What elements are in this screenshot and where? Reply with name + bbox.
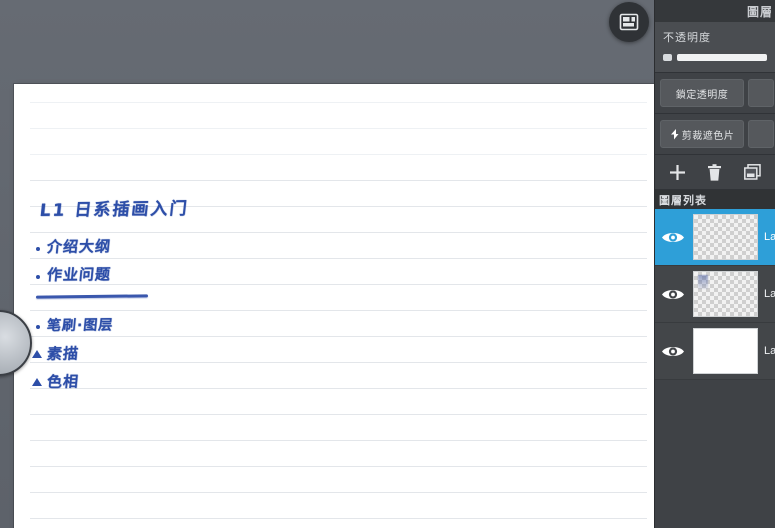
notebook-rule-line — [30, 154, 647, 155]
layer-tools-row — [655, 155, 775, 190]
opacity-slider[interactable] — [663, 54, 767, 61]
layers-panel[interactable]: 圖層 不透明度 鎖定透明度 剪裁遮色片 圖層列表 La La La — [654, 0, 775, 528]
opacity-slider-track[interactable] — [677, 54, 767, 61]
notebook-rule-line — [30, 232, 647, 233]
handwriting-line-5: 色相 — [46, 372, 80, 391]
handwriting-line-4: 素描 — [46, 344, 80, 363]
handwriting-line-2: 作业问题 — [46, 265, 112, 284]
eye-icon — [662, 289, 684, 299]
opacity-section: 不透明度 — [655, 22, 775, 73]
clipping-row-extra-button[interactable] — [748, 120, 774, 148]
panel-toggle-button[interactable] — [609, 2, 649, 42]
duplicate-layer-button[interactable] — [740, 160, 764, 184]
add-layer-button[interactable] — [666, 160, 690, 184]
notebook-rule-line — [30, 388, 647, 389]
lock-transparency-button[interactable]: 鎖定透明度 — [660, 79, 744, 107]
clipping-mask-button[interactable]: 剪裁遮色片 — [660, 120, 744, 148]
layer-name: Lay — [764, 345, 775, 357]
notebook-rule-line — [30, 492, 647, 493]
duplicate-icon — [743, 164, 761, 180]
layout-panel-icon — [619, 13, 639, 31]
layer-thumbnail-content — [698, 275, 708, 289]
layer-thumbnail — [693, 214, 758, 260]
notebook-rule-line — [30, 258, 647, 259]
eye-icon — [662, 346, 684, 356]
notebook-ruled-lines — [14, 84, 655, 528]
notebook-rule-line — [30, 518, 647, 519]
eye-icon — [662, 232, 684, 242]
notebook-rule-line — [30, 440, 647, 441]
layer-name: Lay — [764, 288, 775, 300]
canvas-area[interactable]: L1 日系插画入门 介绍大纲 作业问题 笔刷·图层 素描 色相 — [0, 0, 660, 528]
notebook-rule-line — [30, 362, 647, 363]
panel-title: 圖層 — [655, 0, 775, 22]
layer-thumbnail — [693, 328, 758, 374]
app-root: L1 日系插画入门 介绍大纲 作业问题 笔刷·图层 素描 色相 圖層 不透明度 … — [0, 0, 775, 528]
handwriting-title: L1 日系插画入门 — [38, 198, 190, 221]
layer-visibility-toggle[interactable] — [659, 227, 687, 247]
layer-name: Lay — [764, 231, 775, 243]
bullet-dot-2 — [36, 275, 40, 279]
handwriting-line-1: 介绍大纲 — [46, 237, 112, 256]
layer-row[interactable]: Lay — [655, 209, 775, 266]
layer-visibility-toggle[interactable] — [659, 284, 687, 304]
notebook-rule-line — [30, 310, 647, 311]
trash-icon — [708, 163, 722, 181]
notebook-rule-line — [30, 128, 647, 129]
clip-arrow-icon — [670, 128, 679, 139]
bullet-dot-1 — [36, 247, 40, 251]
lock-row-extra-button[interactable] — [748, 79, 774, 107]
notebook-rule-line — [30, 102, 647, 103]
delete-layer-button[interactable] — [703, 160, 727, 184]
bullet-triangle-2 — [32, 378, 42, 386]
notebook-rule-line — [30, 414, 647, 415]
notebook-rule-line — [30, 284, 647, 285]
layer-list[interactable]: Lay Lay Lay — [655, 209, 775, 380]
clipping-mask-row: 剪裁遮色片 — [655, 114, 775, 155]
layer-list-title: 圖層列表 — [655, 190, 775, 209]
notebook-page[interactable]: L1 日系插画入门 介绍大纲 作业问题 笔刷·图层 素描 色相 — [14, 84, 655, 528]
plus-icon — [670, 164, 686, 180]
handwriting-line-3: 笔刷·图层 — [46, 317, 115, 334]
layer-visibility-toggle[interactable] — [659, 341, 687, 361]
layer-row[interactable]: Lay — [655, 323, 775, 380]
notebook-rule-line — [30, 466, 647, 467]
lock-transparency-label: 鎖定透明度 — [675, 89, 729, 101]
notebook-rule-line — [30, 336, 647, 337]
clipping-mask-label: 剪裁遮色片 — [681, 130, 735, 142]
opacity-slider-knob[interactable] — [663, 54, 672, 61]
notebook-rule-line — [30, 180, 647, 181]
bullet-triangle-1 — [32, 350, 42, 358]
layer-row[interactable]: Lay — [655, 266, 775, 323]
layer-thumbnail — [693, 271, 758, 317]
opacity-label: 不透明度 — [663, 32, 711, 44]
lock-alpha-row: 鎖定透明度 — [655, 73, 775, 114]
bullet-dot-3 — [36, 325, 40, 329]
